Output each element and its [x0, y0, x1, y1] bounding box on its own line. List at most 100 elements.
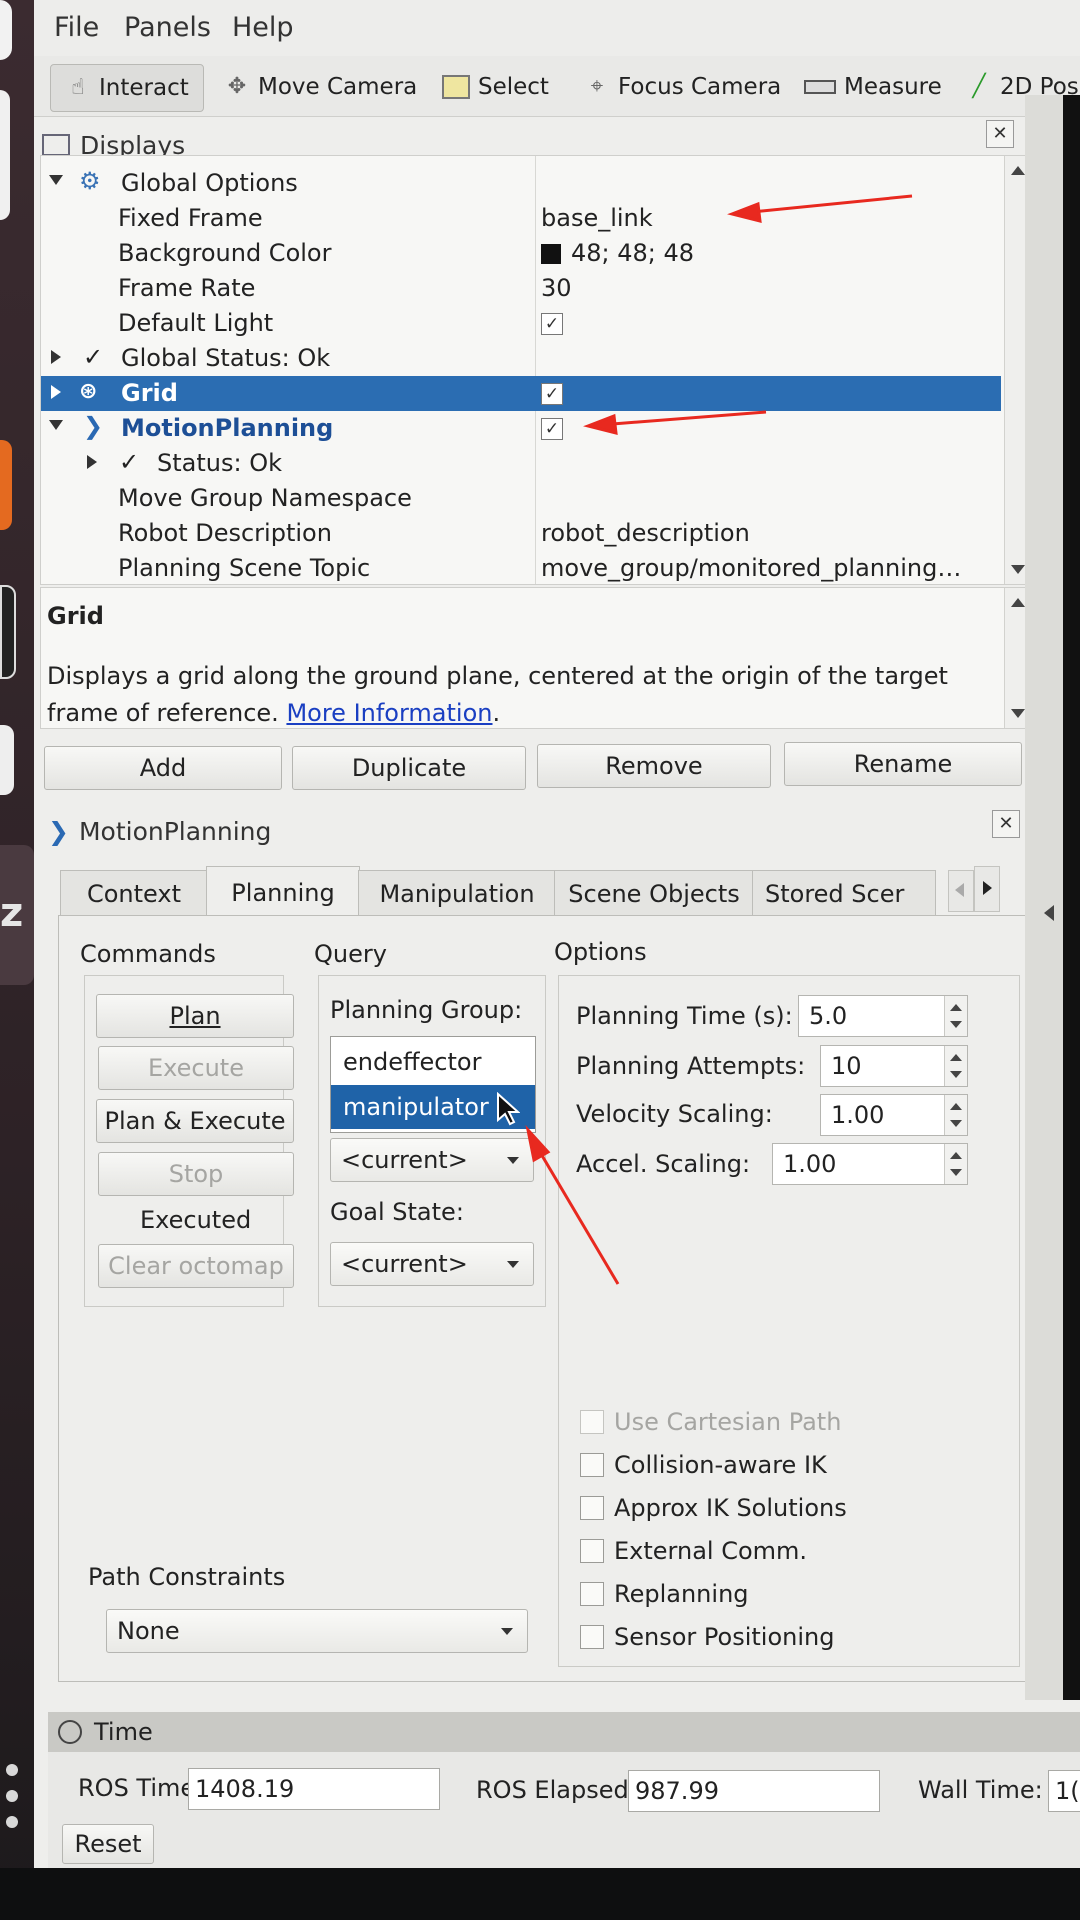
menu-help[interactable]: Help	[232, 12, 294, 43]
render-panel-splitter[interactable]	[1025, 95, 1063, 1700]
planning-time-spinbox[interactable]: 5.0	[798, 995, 968, 1037]
scroll-down-icon[interactable]	[1011, 565, 1025, 574]
approx-ik-solutions-checkbox[interactable]	[580, 1496, 604, 1520]
expand-arrow-icon[interactable]	[87, 455, 97, 469]
clear-octomap-button[interactable]: Clear octomap	[98, 1244, 294, 1288]
tab-scene-objects[interactable]: Scene Objects	[554, 870, 754, 917]
replanning-label: Replanning	[614, 1580, 749, 1608]
tab-context[interactable]: Context	[60, 870, 208, 917]
planning-scene-topic-value[interactable]: move_group/monitored_planning…	[541, 554, 961, 582]
tree-row-global-status[interactable]: ✓ Global Status: Ok	[41, 341, 1001, 376]
dock-dot-icon	[6, 1790, 18, 1802]
menu-panels[interactable]: Panels	[124, 12, 211, 43]
spin-arrows-icon[interactable]	[944, 1144, 967, 1184]
tab-manipulation[interactable]: Manipulation	[358, 870, 556, 917]
tree-row-grid[interactable]: ⊛ Grid ✓	[41, 376, 1001, 411]
motion-planning-enabled-checkbox[interactable]: ✓	[541, 414, 563, 442]
dock-app-icon[interactable]	[0, 90, 10, 220]
dock-launcher-icon[interactable]	[0, 0, 12, 60]
dock-app-icon[interactable]	[0, 440, 12, 530]
duplicate-button[interactable]: Duplicate	[292, 746, 526, 790]
remove-button[interactable]: Remove	[537, 744, 771, 788]
planning-attempts-label: Planning Attempts:	[576, 1052, 806, 1080]
tree-row-label: Global Options	[121, 169, 298, 197]
collision-aware-ik-label: Collision-aware IK	[614, 1451, 827, 1479]
reset-button[interactable]: Reset	[62, 1824, 154, 1864]
tree-row-status[interactable]: ✓ Status: Ok	[41, 446, 1001, 481]
scroll-up-icon[interactable]	[1011, 598, 1025, 607]
sensor-positioning-checkbox[interactable]	[580, 1625, 604, 1649]
frame-rate-value[interactable]: 30	[541, 274, 572, 302]
path-constraints-combo[interactable]: None	[106, 1609, 528, 1653]
time-panel: ROS Time: 1408.19 ROS Elapsed: 987.99 Wa…	[48, 1752, 1080, 1868]
plan-button[interactable]: Plan	[96, 994, 294, 1038]
query-group-title: Query	[314, 940, 387, 968]
spin-arrows-icon[interactable]	[944, 1095, 967, 1135]
tab-planning[interactable]: Planning	[206, 866, 360, 919]
render-view[interactable]	[1063, 95, 1080, 1700]
group-option-endeffector[interactable]: endeffector	[331, 1040, 535, 1084]
tree-row-background-color[interactable]: Background Color 48; 48; 48	[41, 236, 1001, 271]
tree-row-motion-planning[interactable]: ❯ MotionPlanning ✓	[41, 411, 1001, 446]
spin-arrows-icon[interactable]	[944, 996, 967, 1036]
stop-button[interactable]: Stop	[98, 1152, 294, 1196]
spin-arrows-icon[interactable]	[944, 1046, 967, 1086]
tree-row-planning-scene-topic[interactable]: Planning Scene Topic move_group/monitore…	[41, 551, 1001, 584]
tree-row-robot-description[interactable]: Robot Description robot_description	[41, 516, 1001, 551]
interact-tool-button[interactable]: ☝ Interact	[50, 64, 204, 112]
tree-row-frame-rate[interactable]: Frame Rate 30	[41, 271, 1001, 306]
tab-scroll-left[interactable]	[948, 870, 974, 912]
velocity-scaling-spinbox[interactable]: 1.00	[820, 1094, 968, 1136]
grid-enabled-checkbox[interactable]: ✓	[541, 379, 563, 407]
move-camera-label: Move Camera	[258, 74, 418, 100]
more-information-link[interactable]: More Information	[286, 699, 492, 727]
measure-tool-button[interactable]: Measure	[804, 64, 942, 110]
scroll-down-icon[interactable]	[1011, 709, 1025, 718]
tree-row-move-group-namespace[interactable]: Move Group Namespace	[41, 481, 1001, 516]
expand-arrow-icon[interactable]	[49, 420, 63, 430]
move-camera-tool-button[interactable]: ✥ Move Camera	[224, 64, 417, 110]
tree-row-global-options[interactable]: ⚙ Global Options	[41, 166, 1001, 201]
external-comm-checkbox[interactable]	[580, 1539, 604, 1563]
dock-app-icon[interactable]	[0, 725, 14, 795]
use-cartesian-path-checkbox[interactable]	[580, 1410, 604, 1434]
robot-description-value[interactable]: robot_description	[541, 519, 750, 547]
tab-stored-scenes[interactable]: Stored Scer	[752, 870, 936, 917]
accel-scaling-spinbox[interactable]: 1.00	[772, 1143, 968, 1185]
chevron-down-icon	[507, 1261, 519, 1268]
tree-row-label: Background Color	[118, 239, 332, 267]
focus-camera-tool-button[interactable]: ⌖ Focus Camera	[584, 64, 781, 110]
plan-label: Plan	[169, 1002, 221, 1030]
expand-arrow-icon[interactable]	[51, 385, 61, 399]
tab-scroll-right[interactable]	[974, 866, 1000, 912]
execute-button[interactable]: Execute	[98, 1046, 294, 1090]
add-button[interactable]: Add	[44, 746, 282, 790]
fixed-frame-value[interactable]: base_link	[541, 204, 653, 232]
background-color-value[interactable]: 48; 48; 48	[541, 239, 694, 267]
goal-state-combo[interactable]: <current>	[330, 1242, 534, 1286]
tree-row-fixed-frame[interactable]: Fixed Frame base_link	[41, 201, 1001, 236]
default-light-checkbox[interactable]: ✓	[541, 309, 563, 337]
displays-tree: ⚙ Global Options Fixed Frame base_link B…	[40, 155, 1032, 585]
plan-and-execute-button[interactable]: Plan & Execute	[96, 1099, 294, 1143]
pose-arrow-icon: ╱	[972, 74, 986, 99]
menu-file[interactable]: File	[54, 12, 99, 43]
displays-close-icon[interactable]: ✕	[986, 120, 1014, 148]
dock-z-icon[interactable]: z	[0, 890, 23, 936]
expand-arrow-icon[interactable]	[49, 175, 63, 185]
collision-aware-ik-checkbox[interactable]	[580, 1453, 604, 1477]
start-state-combo[interactable]: <current>	[330, 1138, 534, 1182]
planning-attempts-spinbox[interactable]: 10	[820, 1045, 968, 1087]
tree-row-default-light[interactable]: Default Light ✓	[41, 306, 1001, 341]
expand-arrow-icon[interactable]	[51, 350, 61, 364]
dock-app-icon[interactable]	[0, 585, 16, 679]
motion-planning-close-icon[interactable]: ✕	[992, 810, 1020, 838]
move-camera-icon: ✥	[227, 74, 247, 99]
status-ok-icon: ✓	[83, 343, 104, 371]
check-icon: ✓	[541, 313, 563, 335]
select-tool-button[interactable]: Select	[442, 64, 549, 110]
replanning-checkbox[interactable]	[580, 1582, 604, 1606]
collapse-panel-icon[interactable]	[1044, 905, 1054, 921]
rename-button[interactable]: Rename	[784, 742, 1022, 786]
scroll-up-icon[interactable]	[1011, 166, 1025, 175]
